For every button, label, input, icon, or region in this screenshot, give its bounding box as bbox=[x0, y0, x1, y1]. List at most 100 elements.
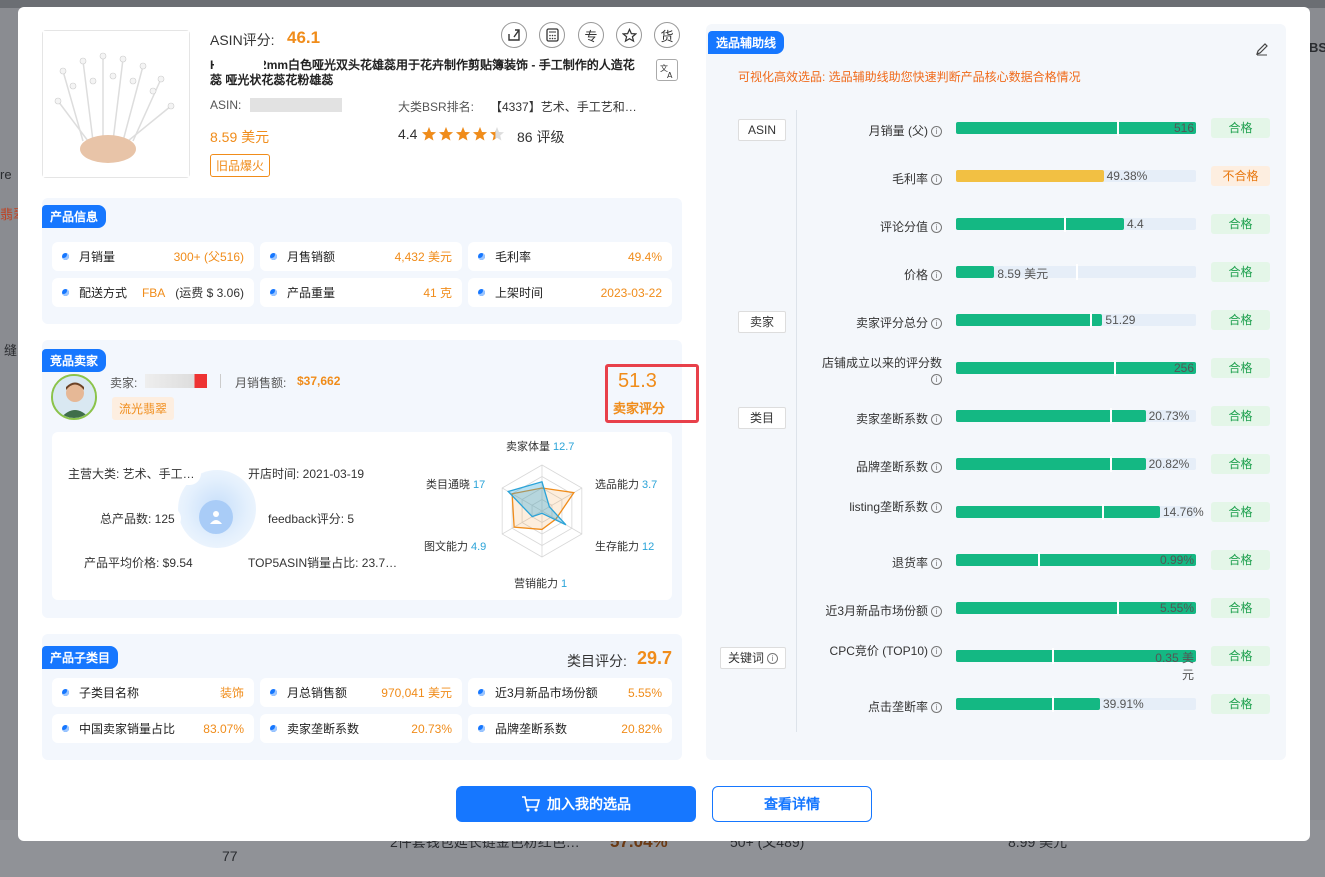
info-icon[interactable]: i bbox=[931, 414, 942, 426]
product-info-tag: 产品信息 bbox=[42, 205, 107, 228]
group-label-seller: 卖家 bbox=[738, 311, 786, 333]
product-image[interactable] bbox=[42, 30, 190, 178]
info-cell: 卖家垄断系数 20.73% bbox=[260, 714, 462, 743]
guide-row-status: 合格 bbox=[1211, 598, 1270, 618]
category-score: 29.7 bbox=[637, 648, 673, 668]
guide-row-label: 价格 i bbox=[800, 267, 942, 283]
info-label: 月销量 bbox=[79, 250, 116, 264]
guide-row-value: 516 bbox=[1173, 121, 1194, 135]
info-icon[interactable]: i bbox=[931, 702, 942, 714]
asin-score-value: 46.1 bbox=[287, 28, 321, 47]
info-icon[interactable]: i bbox=[931, 374, 942, 386]
info-icon[interactable]: i bbox=[931, 318, 942, 330]
info-icon[interactable]: i bbox=[931, 222, 942, 234]
info-icon[interactable]: i bbox=[931, 462, 942, 474]
radar-axis-label: 选品能力 3.7 bbox=[595, 477, 657, 491]
view-details-button[interactable]: 查看详情 bbox=[712, 786, 872, 822]
guide-row-threshold bbox=[1064, 216, 1066, 232]
info-label: 品牌垄断系数 bbox=[495, 722, 568, 736]
guide-row-status: 合格 bbox=[1211, 118, 1270, 138]
hot-badge: 旧品爆火 bbox=[210, 154, 271, 177]
user-icon bbox=[199, 500, 233, 534]
subcategory-tag: 产品子类目 bbox=[42, 646, 119, 669]
info-value: 20.73% bbox=[411, 721, 452, 736]
add-to-selection-button[interactable]: 加入我的选品 bbox=[456, 786, 696, 822]
star-icon[interactable] bbox=[616, 22, 642, 48]
guide-row-status: 合格 bbox=[1211, 502, 1270, 522]
guide-row-status: 合格 bbox=[1211, 262, 1270, 282]
info-label: 近3月新品市场份额 bbox=[495, 686, 598, 700]
guide-row-label: CPC竞价 (TOP10) i bbox=[800, 643, 942, 659]
guide-row-status: 合格 bbox=[1211, 214, 1270, 234]
guide-row-threshold bbox=[1052, 696, 1054, 712]
info-icon[interactable]: i bbox=[931, 646, 942, 658]
info-label: 产品重量 bbox=[287, 286, 336, 300]
guide-row-label: 点击垄断率 i bbox=[800, 699, 942, 715]
guide-row-status: 合格 bbox=[1211, 358, 1270, 378]
calculator-icon[interactable] bbox=[539, 22, 565, 48]
guide-row-label-text: listing垄断系数 bbox=[849, 500, 928, 514]
rating-stars bbox=[421, 126, 511, 142]
translate-icon[interactable]: 文A bbox=[656, 59, 678, 81]
guide-row-status: 合格 bbox=[1211, 694, 1270, 714]
top5-share: TOP5ASIN销量占比: 23.7… bbox=[242, 551, 404, 574]
guide-row-value: 20.82% bbox=[1148, 457, 1190, 471]
info-cell: 毛利率 49.4% bbox=[468, 242, 672, 271]
info-icon[interactable]: i bbox=[767, 653, 778, 665]
info-value: FBA bbox=[141, 285, 166, 300]
guide-row-bar: 51.29 bbox=[956, 312, 1196, 328]
radar-axis-label: 类目通晓 17 bbox=[426, 477, 485, 491]
bullet-icon bbox=[478, 725, 485, 732]
bullet-icon bbox=[478, 289, 485, 296]
guide-row-fill bbox=[956, 170, 1104, 182]
info-cell: 近3月新品市场份额 5.55% bbox=[468, 678, 672, 707]
info-label: 子类目名称 bbox=[79, 686, 140, 700]
star-icon bbox=[490, 127, 504, 141]
info-cell: 月销量 300+ (父516) bbox=[52, 242, 254, 271]
bullet-icon bbox=[62, 689, 69, 696]
guide-row-value: 39.91% bbox=[1103, 697, 1144, 711]
info-icon[interactable]: i bbox=[931, 270, 942, 282]
info-cell: 上架时间 2023-03-22 bbox=[468, 278, 672, 307]
guide-row-fill bbox=[956, 314, 1103, 326]
seller-name-redacted[interactable] bbox=[145, 374, 207, 388]
star-icon bbox=[439, 127, 453, 141]
feedback-score: feedback评分: 5 bbox=[262, 507, 361, 530]
bsr-value[interactable]: 【4337】艺术、手工艺和… bbox=[490, 98, 637, 115]
info-icon[interactable]: i bbox=[931, 126, 942, 138]
guide-row-threshold bbox=[1052, 648, 1054, 664]
share-icon[interactable] bbox=[501, 22, 527, 48]
guide-row-label: listing垄断系数 i bbox=[800, 499, 942, 515]
guide-row-threshold bbox=[1116, 600, 1119, 616]
bullet-icon bbox=[270, 725, 277, 732]
huo-button[interactable]: 货 bbox=[654, 22, 680, 48]
info-icon[interactable]: i bbox=[931, 558, 942, 570]
guide-row-label: 品牌垄断系数 i bbox=[800, 459, 942, 475]
guide-row-bar: 14.76% bbox=[956, 504, 1204, 520]
bullet-icon bbox=[270, 253, 277, 260]
guide-row-label-text: 价格 bbox=[903, 268, 928, 282]
guide-row-value: 51.29 bbox=[1105, 313, 1136, 327]
guide-row-status: 不合格 bbox=[1211, 166, 1270, 186]
asin-value-redacted bbox=[250, 98, 342, 112]
guide-row-status: 合格 bbox=[1211, 646, 1270, 666]
guide-row-label: 近3月新品市场份额 i bbox=[800, 603, 942, 619]
radar-axis-label: 图文能力 4.9 bbox=[424, 539, 486, 553]
bullet-icon bbox=[270, 289, 277, 296]
zhuan-button[interactable]: 专 bbox=[578, 22, 604, 48]
edit-icon[interactable] bbox=[1255, 42, 1269, 61]
info-icon[interactable]: i bbox=[931, 606, 942, 618]
info-label: 上架时间 bbox=[495, 286, 544, 300]
guide-row-fill bbox=[956, 506, 1160, 518]
seller-label: 卖家: bbox=[110, 376, 138, 390]
background-side-text: 缝 bbox=[4, 343, 18, 358]
info-cell: 配送方式 FBA (运费 $ 3.06) bbox=[52, 278, 254, 307]
info-icon[interactable]: i bbox=[931, 174, 942, 186]
guide-row-label: 评论分值 i bbox=[800, 219, 942, 235]
guide-row-fill bbox=[956, 458, 1146, 470]
product-title[interactable]: H 00Pcs 2mm白色哑光双头花雄蕊用于花卉制作剪贴簿装饰 - 手工制作的人… bbox=[210, 58, 642, 88]
guide-row-label-text: 近3月新品市场份额 bbox=[825, 604, 928, 618]
info-icon[interactable]: i bbox=[931, 502, 942, 514]
guide-row-threshold bbox=[1109, 456, 1112, 472]
guide-row-label: 卖家评分总分 i bbox=[800, 315, 942, 331]
